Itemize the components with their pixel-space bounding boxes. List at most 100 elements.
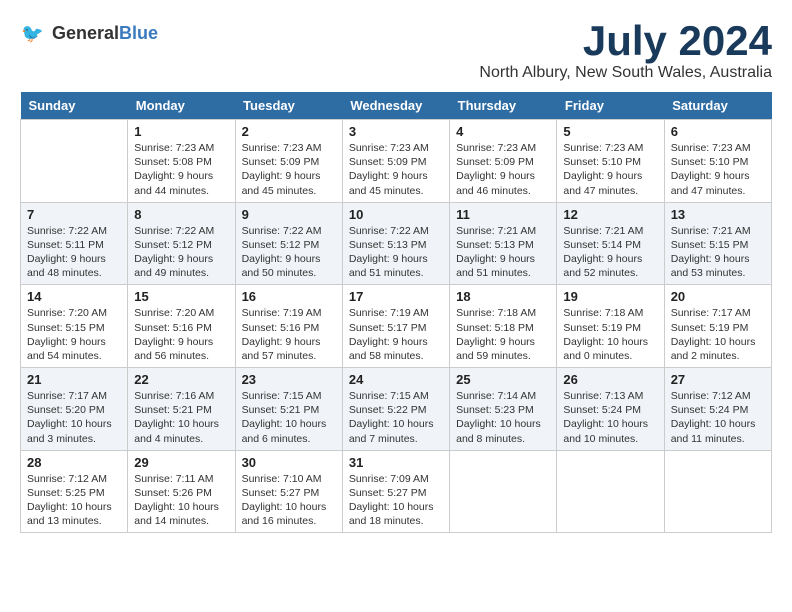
day-info: Sunrise: 7:22 AMSunset: 5:13 PMDaylight:… — [349, 224, 443, 281]
calendar-cell: 5 Sunrise: 7:23 AMSunset: 5:10 PMDaylight… — [557, 120, 664, 203]
day-number: 25 — [456, 372, 550, 387]
day-number: 29 — [134, 455, 228, 470]
day-number: 23 — [242, 372, 336, 387]
day-number: 1 — [134, 124, 228, 139]
calendar-cell: 4 Sunrise: 7:23 AMSunset: 5:09 PMDaylight… — [450, 120, 557, 203]
calendar-cell: 28 Sunrise: 7:12 AMSunset: 5:25 PMDayligh… — [21, 450, 128, 533]
day-info: Sunrise: 7:23 AMSunset: 5:10 PMDaylight:… — [563, 141, 657, 198]
calendar-cell: 9 Sunrise: 7:22 AMSunset: 5:12 PMDaylight… — [235, 202, 342, 285]
column-header-sunday: Sunday — [21, 92, 128, 120]
day-info: Sunrise: 7:16 AMSunset: 5:21 PMDaylight:… — [134, 389, 228, 446]
month-title: July 2024 — [479, 20, 772, 62]
location-subtitle: North Albury, New South Wales, Australia — [479, 64, 772, 82]
day-number: 8 — [134, 207, 228, 222]
day-number: 21 — [27, 372, 121, 387]
day-number: 3 — [349, 124, 443, 139]
day-number: 14 — [27, 289, 121, 304]
logo-blue: Blue — [119, 23, 158, 43]
day-number: 9 — [242, 207, 336, 222]
day-info: Sunrise: 7:13 AMSunset: 5:24 PMDaylight:… — [563, 389, 657, 446]
day-info: Sunrise: 7:17 AMSunset: 5:19 PMDaylight:… — [671, 306, 765, 363]
day-number: 4 — [456, 124, 550, 139]
day-number: 27 — [671, 372, 765, 387]
column-header-friday: Friday — [557, 92, 664, 120]
day-number: 7 — [27, 207, 121, 222]
calendar-week-row: 28 Sunrise: 7:12 AMSunset: 5:25 PMDayligh… — [21, 450, 772, 533]
day-number: 11 — [456, 207, 550, 222]
day-info: Sunrise: 7:12 AMSunset: 5:25 PMDaylight:… — [27, 472, 121, 529]
calendar-cell: 30 Sunrise: 7:10 AMSunset: 5:27 PMDayligh… — [235, 450, 342, 533]
calendar-cell: 29 Sunrise: 7:11 AMSunset: 5:26 PMDayligh… — [128, 450, 235, 533]
day-number: 28 — [27, 455, 121, 470]
calendar-week-row: 7Sunrise: 7:22 AMSunset: 5:11 PMDaylight… — [21, 202, 772, 285]
calendar-cell: 10 Sunrise: 7:22 AMSunset: 5:13 PMDayligh… — [342, 202, 449, 285]
day-number: 18 — [456, 289, 550, 304]
day-number: 16 — [242, 289, 336, 304]
day-info: Sunrise: 7:19 AMSunset: 5:17 PMDaylight:… — [349, 306, 443, 363]
day-number: 20 — [671, 289, 765, 304]
calendar-cell: 6Sunrise: 7:23 AMSunset: 5:10 PMDaylight… — [664, 120, 771, 203]
day-info: Sunrise: 7:11 AMSunset: 5:26 PMDaylight:… — [134, 472, 228, 529]
day-number: 24 — [349, 372, 443, 387]
calendar-cell: 13 Sunrise: 7:21 AMSunset: 5:15 PMDayligh… — [664, 202, 771, 285]
day-info: Sunrise: 7:12 AMSunset: 5:24 PMDaylight:… — [671, 389, 765, 446]
calendar-cell: 12 Sunrise: 7:21 AMSunset: 5:14 PMDayligh… — [557, 202, 664, 285]
day-info: Sunrise: 7:22 AMSunset: 5:12 PMDaylight:… — [134, 224, 228, 281]
day-number: 22 — [134, 372, 228, 387]
calendar-cell: 3Sunrise: 7:23 AMSunset: 5:09 PMDaylight… — [342, 120, 449, 203]
calendar-cell: 22 Sunrise: 7:16 AMSunset: 5:21 PMDayligh… — [128, 368, 235, 451]
day-number: 13 — [671, 207, 765, 222]
day-info: Sunrise: 7:10 AMSunset: 5:27 PMDaylight:… — [242, 472, 336, 529]
calendar-cell: 23 Sunrise: 7:15 AMSunset: 5:21 PMDayligh… — [235, 368, 342, 451]
day-info: Sunrise: 7:23 AMSunset: 5:09 PMDaylight:… — [242, 141, 336, 198]
logo: 🐦 GeneralBlue — [20, 20, 158, 48]
calendar-cell: 19Sunrise: 7:18 AMSunset: 5:19 PMDayligh… — [557, 285, 664, 368]
day-info: Sunrise: 7:15 AMSunset: 5:21 PMDaylight:… — [242, 389, 336, 446]
calendar-cell: 1Sunrise: 7:23 AMSunset: 5:08 PMDaylight… — [128, 120, 235, 203]
day-info: Sunrise: 7:23 AMSunset: 5:10 PMDaylight:… — [671, 141, 765, 198]
day-number: 12 — [563, 207, 657, 222]
calendar-header-row: SundayMondayTuesdayWednesdayThursdayFrid… — [21, 92, 772, 120]
calendar-cell: 26 Sunrise: 7:13 AMSunset: 5:24 PMDayligh… — [557, 368, 664, 451]
day-number: 31 — [349, 455, 443, 470]
day-number: 19 — [563, 289, 657, 304]
day-info: Sunrise: 7:21 AMSunset: 5:13 PMDaylight:… — [456, 224, 550, 281]
calendar-week-row: 1Sunrise: 7:23 AMSunset: 5:08 PMDaylight… — [21, 120, 772, 203]
calendar-cell — [557, 450, 664, 533]
logo-general: General — [52, 23, 119, 43]
day-info: Sunrise: 7:23 AMSunset: 5:09 PMDaylight:… — [456, 141, 550, 198]
day-number: 2 — [242, 124, 336, 139]
day-number: 15 — [134, 289, 228, 304]
svg-text:🐦: 🐦 — [21, 24, 44, 44]
day-info: Sunrise: 7:20 AMSunset: 5:15 PMDaylight:… — [27, 306, 121, 363]
calendar-cell: 14 Sunrise: 7:20 AMSunset: 5:15 PMDayligh… — [21, 285, 128, 368]
calendar-cell: 17 Sunrise: 7:19 AMSunset: 5:17 PMDayligh… — [342, 285, 449, 368]
calendar-cell — [450, 450, 557, 533]
calendar-cell: 24Sunrise: 7:15 AMSunset: 5:22 PMDayligh… — [342, 368, 449, 451]
calendar-cell: 11 Sunrise: 7:21 AMSunset: 5:13 PMDayligh… — [450, 202, 557, 285]
column-header-saturday: Saturday — [664, 92, 771, 120]
title-section: July 2024 North Albury, New South Wales,… — [479, 20, 772, 82]
day-info: Sunrise: 7:21 AMSunset: 5:14 PMDaylight:… — [563, 224, 657, 281]
day-info: Sunrise: 7:19 AMSunset: 5:16 PMDaylight:… — [242, 306, 336, 363]
day-number: 26 — [563, 372, 657, 387]
day-number: 10 — [349, 207, 443, 222]
calendar-cell: 2 Sunrise: 7:23 AMSunset: 5:09 PMDaylight… — [235, 120, 342, 203]
day-info: Sunrise: 7:09 AMSunset: 5:27 PMDaylight:… — [349, 472, 443, 529]
day-info: Sunrise: 7:22 AMSunset: 5:12 PMDaylight:… — [242, 224, 336, 281]
calendar-table: SundayMondayTuesdayWednesdayThursdayFrid… — [20, 92, 772, 533]
day-number: 17 — [349, 289, 443, 304]
column-header-tuesday: Tuesday — [235, 92, 342, 120]
calendar-cell: 25 Sunrise: 7:14 AMSunset: 5:23 PMDayligh… — [450, 368, 557, 451]
day-number: 30 — [242, 455, 336, 470]
calendar-cell: 15Sunrise: 7:20 AMSunset: 5:16 PMDayligh… — [128, 285, 235, 368]
day-info: Sunrise: 7:17 AMSunset: 5:20 PMDaylight:… — [27, 389, 121, 446]
calendar-cell: 21 Sunrise: 7:17 AMSunset: 5:20 PMDayligh… — [21, 368, 128, 451]
column-header-thursday: Thursday — [450, 92, 557, 120]
calendar-cell: 8 Sunrise: 7:22 AMSunset: 5:12 PMDaylight… — [128, 202, 235, 285]
day-number: 5 — [563, 124, 657, 139]
logo-icon: 🐦 — [20, 20, 48, 48]
day-info: Sunrise: 7:14 AMSunset: 5:23 PMDaylight:… — [456, 389, 550, 446]
column-header-wednesday: Wednesday — [342, 92, 449, 120]
day-info: Sunrise: 7:21 AMSunset: 5:15 PMDaylight:… — [671, 224, 765, 281]
